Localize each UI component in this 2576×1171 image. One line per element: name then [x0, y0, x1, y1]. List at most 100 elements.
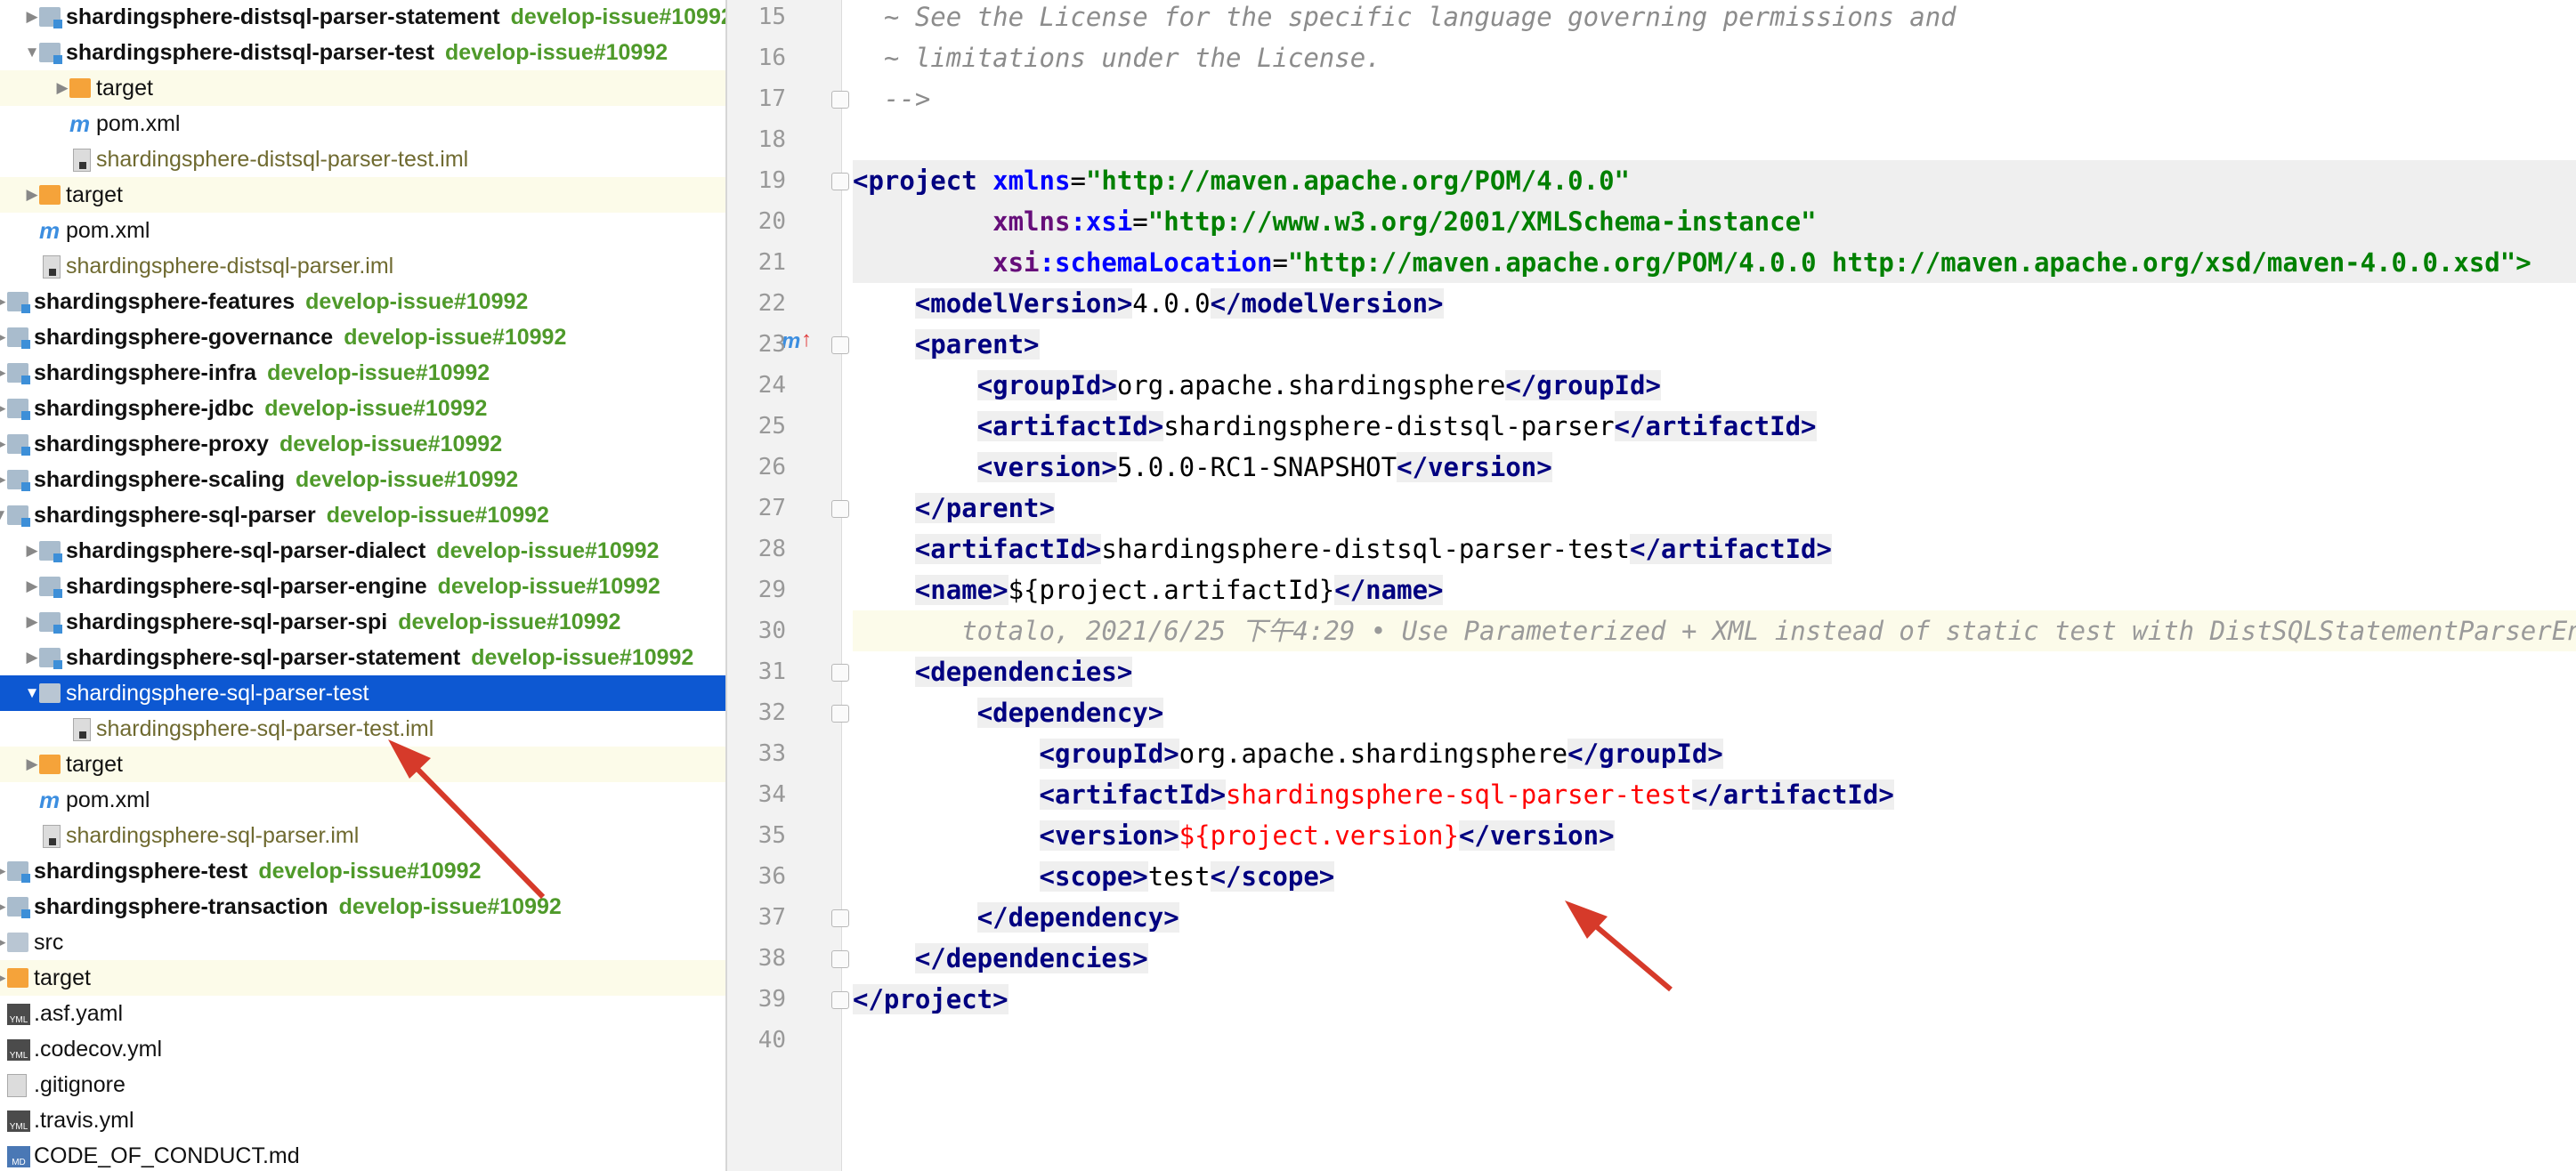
- tree-item-label: .codecov.yml: [34, 1031, 162, 1067]
- tree-item-name: shardingsphere-distsql-parser-test.iml: [96, 147, 469, 172]
- code-line[interactable]: ~ limitations under the License.: [853, 37, 2576, 78]
- branch-label: develop-issue#10992: [437, 574, 660, 599]
- tree-item[interactable]: ▶shardingsphere-jdbcdevelop-issue#10992: [0, 391, 725, 426]
- code-line[interactable]: [853, 1020, 2576, 1061]
- tree-item[interactable]: ▶ shardingsphere-distsql-parser-statement…: [0, 0, 725, 35]
- code-line[interactable]: </project>: [853, 979, 2576, 1020]
- tree-item[interactable]: m pom.xml: [0, 782, 725, 818]
- code-line[interactable]: -->: [853, 78, 2576, 119]
- code-token: 5.0.0-RC1-SNAPSHOT: [1116, 452, 1397, 482]
- fold-marker-icon[interactable]: [831, 950, 849, 968]
- tree-item-label: shardingsphere-sql-parser develop-issue#1…: [34, 497, 549, 533]
- code-line[interactable]: xmlns:xsi="http://www.w3.org/2001/XMLSch…: [853, 201, 2576, 242]
- tree-item[interactable]: ▶ shardingsphere-sql-parser-spi develop-is…: [0, 604, 725, 640]
- collapse-arrow-icon[interactable]: ▶: [23, 177, 41, 213]
- tree-item-label: shardingsphere-features develop-issue#109…: [34, 284, 528, 319]
- tree-item[interactable]: ▶shardingsphere-transactiondevelop-issue…: [0, 889, 725, 925]
- tree-item[interactable]: ▶shardingsphere-infradevelop-issue#10992: [0, 355, 725, 391]
- fold-marker-icon[interactable]: [831, 909, 849, 927]
- code-token: <groupId>: [1039, 739, 1179, 769]
- code-line[interactable]: xsi:schemaLocation="http://maven.apache.…: [853, 242, 2576, 283]
- tree-item-label: shardingsphere-sql-parser-test.iml: [96, 711, 433, 747]
- collapse-arrow-icon[interactable]: ▶: [23, 640, 41, 675]
- code-line[interactable]: <dependencies>: [853, 651, 2576, 692]
- tree-item[interactable]: shardingsphere-distsql-parser.iml: [0, 248, 725, 284]
- line-number: 22: [757, 290, 786, 317]
- tree-item[interactable]: ▶target: [0, 177, 725, 213]
- branch-label: develop-issue#10992: [344, 325, 567, 350]
- tree-item[interactable]: m pom.xml: [0, 213, 725, 248]
- tree-item[interactable]: ▶target: [0, 747, 725, 782]
- collapse-arrow-icon[interactable]: ▶: [53, 70, 71, 106]
- code-line[interactable]: <scope>test</scope>: [853, 856, 2576, 897]
- code-line[interactable]: <groupId>org.apache.shardingsphere</grou…: [853, 365, 2576, 406]
- tree-item[interactable]: m pom.xml: [0, 106, 725, 141]
- code-token: <modelVersion>: [914, 288, 1133, 319]
- expand-arrow-icon[interactable]: ▼: [23, 35, 41, 70]
- fold-marker-icon[interactable]: [831, 705, 849, 723]
- tree-item[interactable]: YML .travis.yml: [0, 1102, 725, 1138]
- collapse-arrow-icon[interactable]: ▶: [23, 569, 41, 604]
- expand-arrow-icon[interactable]: ▼: [23, 675, 41, 711]
- tree-item[interactable]: ▶target: [0, 70, 725, 106]
- tree-item[interactable]: shardingsphere-sql-parser.iml: [0, 818, 725, 853]
- fold-marker-icon[interactable]: [831, 664, 849, 682]
- collapse-arrow-icon[interactable]: ▶: [23, 747, 41, 782]
- tree-item[interactable]: ▶ shardingsphere-sql-parser-statement deve…: [0, 640, 725, 675]
- collapse-arrow-icon[interactable]: ▶: [23, 533, 41, 569]
- collapse-arrow-icon[interactable]: ▶: [23, 604, 41, 640]
- fold-marker-icon[interactable]: [831, 173, 849, 190]
- tree-item-label: shardingsphere-sql-parser.iml: [66, 818, 359, 853]
- tree-item[interactable]: ▶target: [0, 960, 725, 996]
- code-line[interactable]: <artifactId>shardingsphere-distsql-parse…: [853, 529, 2576, 569]
- tree-item[interactable]: ▶ shardingsphere-sql-parser-engine develop…: [0, 569, 725, 604]
- project-tree[interactable]: ▶ shardingsphere-distsql-parser-statement…: [0, 0, 725, 1171]
- tree-item[interactable]: ▶shardingsphere-featuresdevelop-issue#10…: [0, 284, 725, 319]
- fold-marker-icon[interactable]: [831, 91, 849, 109]
- tree-item[interactable]: ▶shardingsphere-proxydevelop-issue#10992: [0, 426, 725, 462]
- fold-marker-icon[interactable]: [831, 991, 849, 1009]
- code-line[interactable]: <groupId>org.apache.shardingsphere</grou…: [853, 733, 2576, 774]
- collapse-arrow-icon[interactable]: ▶: [23, 0, 41, 35]
- yaml-file-icon: YML: [7, 1039, 30, 1061]
- code-line[interactable]: <artifactId>shardingsphere-distsql-parse…: [853, 406, 2576, 447]
- tree-item[interactable]: ▶ shardingsphere-sql-parser-dialect develo…: [0, 533, 725, 569]
- code-line[interactable]: </dependency>: [853, 897, 2576, 938]
- code-line[interactable]: ~ See the License for the specific langu…: [853, 0, 2576, 37]
- tree-item[interactable]: .gitignore: [0, 1067, 725, 1102]
- tree-item[interactable]: ▼shardingsphere-sql-parserdevelop-issue#…: [0, 497, 725, 533]
- tree-item[interactable]: ▶shardingsphere-scalingdevelop-issue#109…: [0, 462, 725, 497]
- line-number: 33: [757, 740, 786, 767]
- tree-item[interactable]: YML .codecov.yml: [0, 1031, 725, 1067]
- code-line[interactable]: <modelVersion>4.0.0</modelVersion>: [853, 283, 2576, 324]
- code-line[interactable]: <parent>: [853, 324, 2576, 365]
- tree-item[interactable]: shardingsphere-sql-parser-test.iml: [0, 711, 725, 747]
- code-line[interactable]: <artifactId>shardingsphere-sql-parser-te…: [853, 774, 2576, 815]
- code-line[interactable]: <version>${project.version}</version>: [853, 815, 2576, 856]
- tree-item-label: src: [34, 925, 63, 960]
- folder-icon: [39, 185, 61, 205]
- fold-marker-icon[interactable]: [831, 500, 849, 518]
- tree-item[interactable]: ▶src: [0, 925, 725, 960]
- code-token: ~ See the License for the specific langu…: [853, 2, 1956, 32]
- tree-item[interactable]: ▶shardingsphere-testdevelop-issue#10992: [0, 853, 725, 889]
- tree-item[interactable]: YML .asf.yaml: [0, 996, 725, 1031]
- code-line[interactable]: <dependency>: [853, 692, 2576, 733]
- tree-item[interactable]: ▶shardingsphere-governancedevelop-issue#…: [0, 319, 725, 355]
- tree-item[interactable]: shardingsphere-distsql-parser-test.iml: [0, 141, 725, 177]
- git-blame-annotation[interactable]: totalo, 2021/6/25 下午4:29 • Use Parameter…: [853, 610, 2576, 651]
- code-token: <parent>: [914, 329, 1040, 359]
- code-line[interactable]: [853, 119, 2576, 160]
- code-line[interactable]: </dependencies>: [853, 938, 2576, 979]
- tree-item[interactable]: ▼ shardingsphere-sql-parser-test: [0, 675, 725, 711]
- navigate-up-arrow-icon[interactable]: ↑: [801, 327, 812, 352]
- code-line[interactable]: <version>5.0.0-RC1-SNAPSHOT</version>: [853, 447, 2576, 488]
- code-line[interactable]: <project xmlns="http://maven.apache.org/…: [853, 160, 2576, 201]
- code-line[interactable]: </parent>: [853, 488, 2576, 529]
- code-line[interactable]: <name>${project.artifactId}</name>: [853, 569, 2576, 610]
- tree-item[interactable]: MD CODE_OF_CONDUCT.md: [0, 1138, 725, 1171]
- folder-icon: [39, 612, 62, 634]
- fold-marker-icon[interactable]: [831, 336, 849, 354]
- tree-item[interactable]: ▼ shardingsphere-distsql-parser-test devel…: [0, 35, 725, 70]
